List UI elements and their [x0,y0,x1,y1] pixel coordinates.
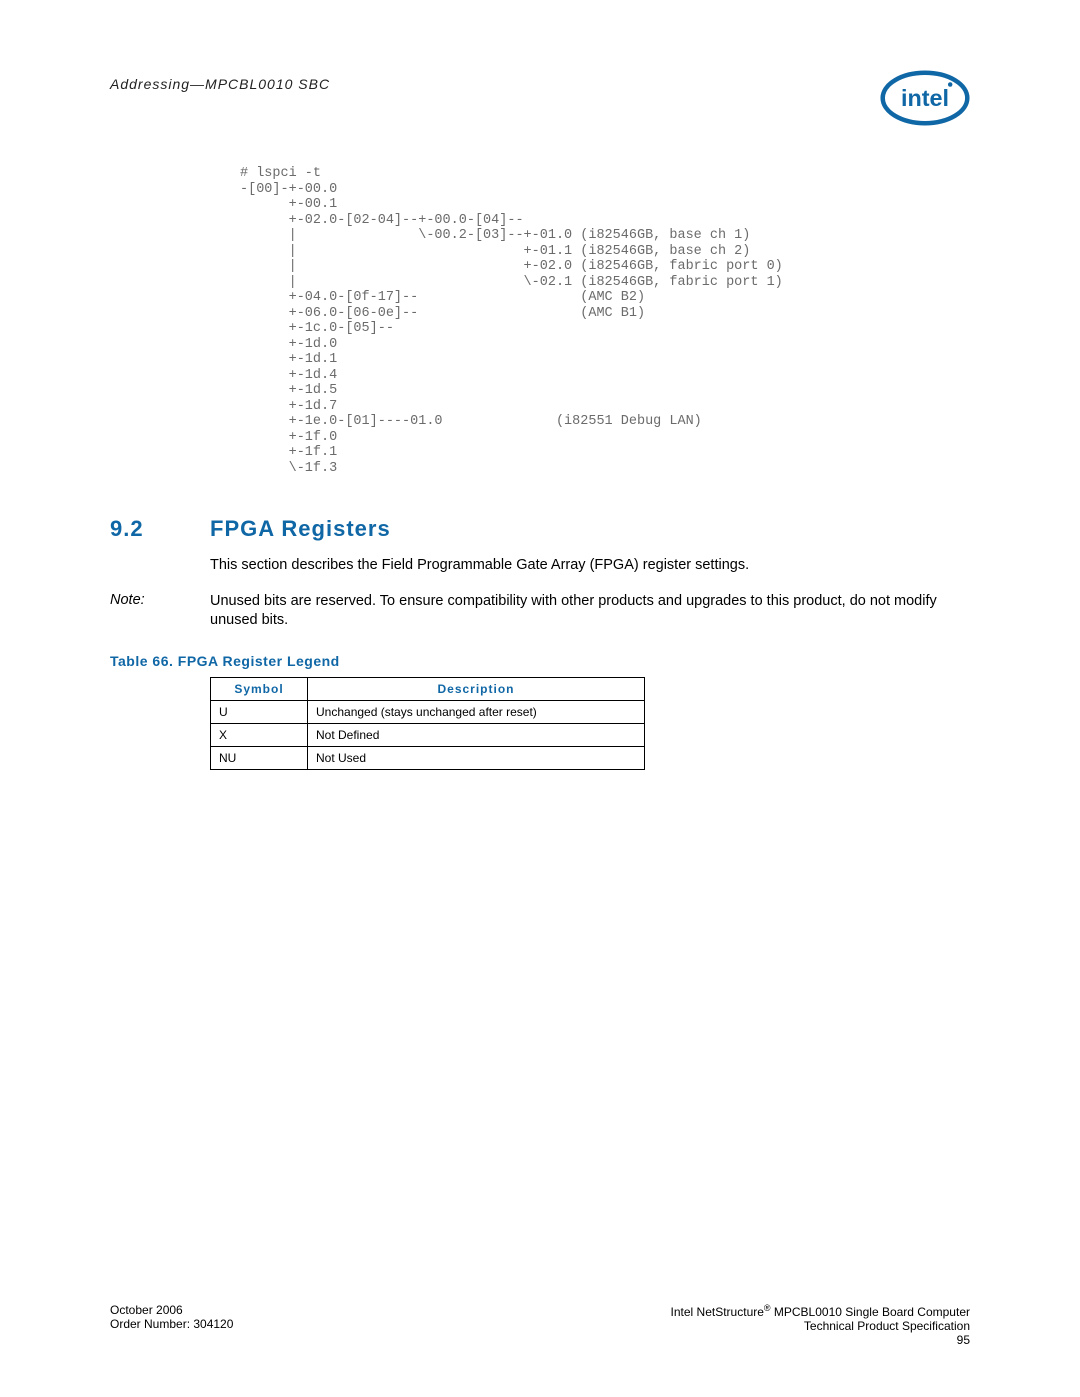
footer-product-line: Intel NetStructure® MPCBL0010 Single Boa… [671,1303,970,1319]
cell-symbol: U [211,701,308,724]
running-head: Addressing—MPCBL0010 SBC [110,70,330,92]
lspci-output: # lspci -t -[00]-+-00.0 +-00.1 +-02.0-[0… [240,166,970,476]
table-row: U Unchanged (stays unchanged after reset… [211,701,645,724]
note-label: Note: [110,592,210,631]
cell-symbol: X [211,724,308,747]
cell-description: Unchanged (stays unchanged after reset) [308,701,645,724]
table-row: X Not Defined [211,724,645,747]
section-heading: 9.2 FPGA Registers [110,516,970,542]
intel-logo-icon: intel [880,70,970,126]
cell-symbol: NU [211,747,308,770]
section-intro: This section describes the Field Program… [210,556,970,576]
cell-description: Not Used [308,747,645,770]
fpga-legend-table: Symbol Description U Unchanged (stays un… [210,677,645,770]
col-header-description: Description [308,678,645,701]
footer-date: October 2006 [110,1303,233,1317]
footer-right: Intel NetStructure® MPCBL0010 Single Boa… [671,1303,970,1347]
note-text: Unused bits are reserved. To ensure comp… [210,592,970,631]
svg-text:intel: intel [901,85,949,111]
section-title: FPGA Registers [210,516,391,542]
footer-order-number: Order Number: 304120 [110,1317,233,1331]
section-number: 9.2 [110,516,210,542]
col-header-symbol: Symbol [211,678,308,701]
note-block: Note: Unused bits are reserved. To ensur… [110,592,970,631]
table-caption: Table 66. FPGA Register Legend [110,653,970,669]
table-row: NU Not Used [211,747,645,770]
footer-page-number: 95 [671,1333,970,1347]
cell-description: Not Defined [308,724,645,747]
page-footer: October 2006 Order Number: 304120 Intel … [110,1303,970,1347]
page-header: Addressing—MPCBL0010 SBC intel [110,70,970,126]
footer-left: October 2006 Order Number: 304120 [110,1303,233,1347]
footer-doc-type: Technical Product Specification [671,1319,970,1333]
table-header-row: Symbol Description [211,678,645,701]
